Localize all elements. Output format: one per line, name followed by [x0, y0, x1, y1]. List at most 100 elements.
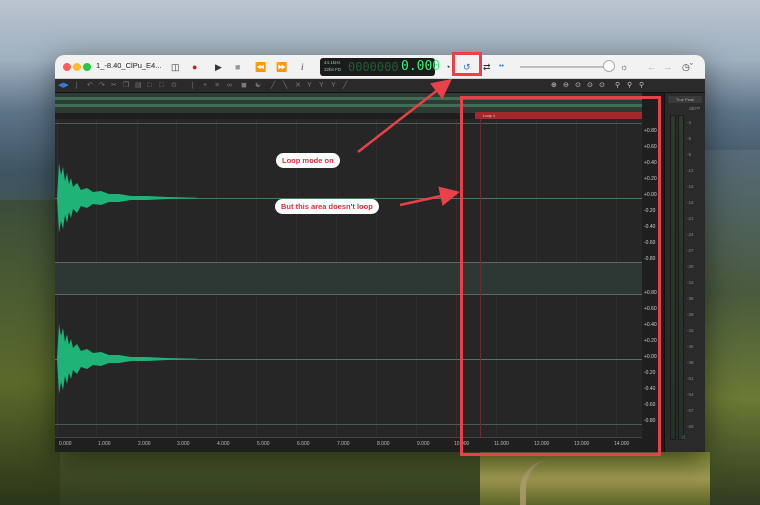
no-loop-callout: But this area doesn't loop — [275, 199, 379, 214]
mute-icon[interactable]: ♬ — [681, 435, 687, 441]
back-icon[interactable]: ← — [647, 60, 656, 74]
bypass-icon[interactable]: ☼ — [620, 60, 628, 74]
rewind-icon[interactable]: ⏪ — [255, 60, 266, 74]
forward-icon[interactable]: → — [663, 60, 672, 74]
wallpaper-meadow — [480, 452, 710, 505]
level-meter: True Peak dBTP -3 -6 -9 -12 -15 -18 -21 … — [664, 93, 705, 452]
meter-scale-label: -12 — [687, 168, 694, 173]
ruler-tick: 6.000 — [297, 441, 310, 447]
document-title: 1_-8.40_ClPu_E4... — [96, 61, 162, 70]
ruler-tick: 8.000 — [377, 441, 390, 447]
fade-curve-3-icon[interactable]: Y — [331, 80, 336, 92]
zoom-in-icon[interactable]: ⊕ — [551, 80, 557, 92]
time-counter: 44.1kHz 32bit FD 0000000 0.000 — [320, 58, 440, 76]
meter-scale-label: -24 — [687, 232, 694, 237]
zoom-fit-icon[interactable]: ⊙ — [587, 80, 593, 92]
cut-icon[interactable]: ✂ — [111, 80, 117, 92]
meter-scale-label: -27 — [687, 248, 694, 253]
titlebar: 1_-8.40_ClPu_E4... ◫ ● ▶ ■ ⏪ ⏩ i 44.1kHz… — [55, 55, 705, 79]
playback-mode-icon[interactable]: ◀▶ — [58, 80, 69, 92]
minimize-window-button[interactable] — [73, 63, 81, 71]
meter-scale-label: -6 — [687, 136, 692, 141]
copy-icon[interactable]: ❐ — [123, 80, 129, 92]
normalize-icon[interactable]: ∞ — [227, 80, 232, 92]
bit-depth: 32bit FD — [324, 67, 342, 72]
crop-tool-icon[interactable]: ⊙ — [171, 80, 177, 92]
pin-tool-icon[interactable]: ⚲ — [627, 80, 632, 92]
marker-tool-icon[interactable]: ⚲ — [615, 80, 620, 92]
sample-rate: 44.1kHz — [324, 60, 341, 65]
meter-scale-label: -45 — [687, 344, 694, 349]
redo-icon[interactable]: ↷ — [99, 80, 105, 92]
close-window-button[interactable] — [63, 63, 71, 71]
meter-scale-label: -9 — [687, 152, 692, 157]
meter-scale-label: -30 — [687, 264, 694, 269]
repeat-icon[interactable]: ⇄ — [483, 60, 491, 74]
split-icon[interactable]: ≡ — [215, 80, 219, 92]
ruler-tick: 1.000 — [98, 441, 111, 447]
ruler-tick: 3.000 — [177, 441, 190, 447]
fade-curve-4-icon[interactable]: ╱ — [343, 80, 347, 92]
meter-scale-label: -48 — [687, 360, 694, 365]
record-icon[interactable]: ● — [192, 60, 197, 74]
ruler-tick: 5.000 — [257, 441, 270, 447]
dot-icon[interactable]: •• — [499, 60, 504, 74]
speed-icon[interactable]: ◔ — [445, 60, 450, 74]
fade-out-icon[interactable]: ╲ — [283, 80, 287, 92]
zoom-window-button[interactable] — [83, 63, 91, 71]
fade-in-icon[interactable]: ╱ — [271, 80, 275, 92]
ruler-tick: 9.000 — [417, 441, 430, 447]
effects-icon[interactable]: ☯ — [255, 80, 261, 92]
meter-scale-label: -54 — [687, 392, 694, 397]
meter-scale-label: -18 — [687, 200, 694, 205]
meter-unit: dBTP — [689, 106, 701, 111]
trim-icon[interactable]: ∣ — [191, 80, 195, 92]
crop-icon[interactable]: □ — [159, 80, 163, 92]
ruler-tick: 4.000 — [217, 441, 230, 447]
volume-slider-track[interactable] — [520, 66, 608, 68]
cursor-tool-icon[interactable]: ∣ — [75, 80, 79, 92]
info-icon[interactable]: i — [301, 60, 304, 74]
meter-scale-label: -21 — [687, 216, 694, 221]
ruler-tick: 7.000 — [337, 441, 350, 447]
ruler-tick: 2.000 — [138, 441, 151, 447]
meter-scale-label: -33 — [687, 280, 694, 285]
meter-scale-label: -39 — [687, 312, 694, 317]
loop-mode-callout: Loop mode on — [276, 153, 340, 168]
waveform-channel-1 — [57, 163, 197, 233]
meter-scale-label: -15 — [687, 184, 694, 189]
wallpaper-hill-left — [0, 200, 60, 505]
snap-tool-icon[interactable]: ⚲ — [639, 80, 644, 92]
volume-slider-knob[interactable] — [603, 60, 615, 72]
zoom-out-icon[interactable]: ⊖ — [563, 80, 569, 92]
history-icon[interactable]: ◷ˇ — [682, 60, 693, 74]
zoom-selection-icon[interactable]: ⊙ — [575, 80, 581, 92]
counter-background-digits: 0000000 — [348, 60, 399, 74]
stop-icon[interactable]: ■ — [235, 60, 240, 74]
meter-scale-label: -57 — [687, 408, 694, 413]
fade-curve-1-icon[interactable]: Y — [307, 80, 312, 92]
play-icon[interactable]: ▶ — [215, 60, 222, 74]
fade-curve-2-icon[interactable]: Y — [319, 80, 324, 92]
edit-toolbar: ◀▶ ∣ ↶ ↷ ✂ ❐ ▤ □ □ ⊙ ∣ + ≡ ∞ ◼ ☯ ╱ ╲ ✕ Y… — [55, 79, 705, 93]
wallpaper-hill-right — [705, 150, 760, 505]
meter-scale-label: -60 — [687, 424, 694, 429]
ruler-tick: 0.000 — [59, 441, 72, 447]
meter-bar-left — [670, 115, 676, 440]
non-looping-area-highlight — [460, 96, 661, 456]
paste-icon[interactable]: ▤ — [135, 80, 142, 92]
fast-forward-icon[interactable]: ⏩ — [276, 60, 287, 74]
add-marker-icon[interactable]: + — [203, 80, 207, 92]
gain-icon[interactable]: ◼ — [241, 80, 247, 92]
crossfade-icon[interactable]: ✕ — [295, 80, 301, 92]
meter-bar-right — [678, 115, 684, 440]
waveform-channel-2 — [57, 324, 197, 394]
sidebar-icon[interactable]: ◫ — [171, 60, 180, 74]
undo-icon[interactable]: ↶ — [87, 80, 93, 92]
meter-scale-label: -42 — [687, 328, 694, 333]
zoom-full-icon[interactable]: ⊙ — [599, 80, 605, 92]
meter-scale-label: -51 — [687, 376, 694, 381]
delete-icon[interactable]: □ — [147, 80, 151, 92]
meter-header[interactable]: True Peak — [668, 96, 702, 103]
meter-scale-label: -36 — [687, 296, 694, 301]
